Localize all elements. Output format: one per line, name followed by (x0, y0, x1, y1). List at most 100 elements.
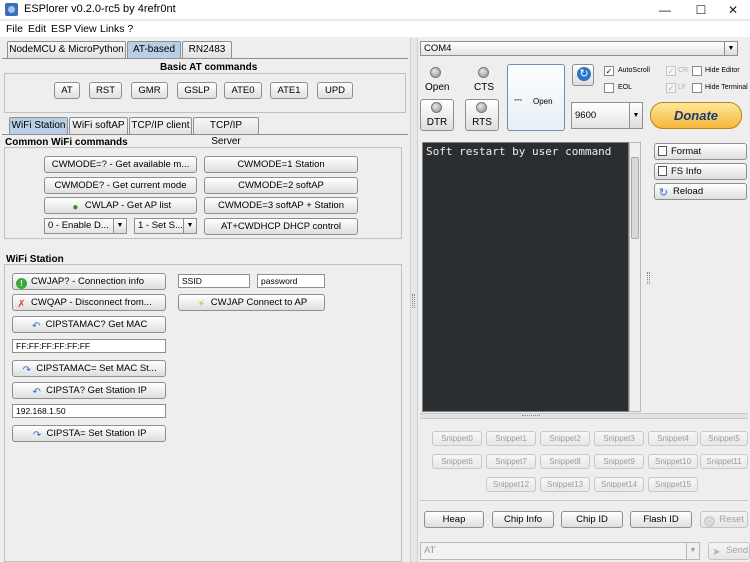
tab-rn2483[interactable]: RN2483 (182, 41, 232, 58)
snippet14-button[interactable]: Snippet14 (594, 477, 644, 492)
tab-wifi-station[interactable]: WiFi Station (9, 117, 68, 134)
arrow-right-icon: ↷ (22, 365, 31, 376)
cwdhcp-button[interactable]: AT+CWDHCP DHCP control (204, 218, 358, 235)
cr-checkbox[interactable]: ✓ (666, 66, 676, 76)
rst-button[interactable]: RST (89, 82, 122, 99)
chevron-down-icon: ▼ (629, 103, 642, 128)
snippet9-button[interactable]: Snippet9 (594, 454, 644, 469)
open-port-label: Open (533, 97, 553, 106)
cwmode3-button[interactable]: CWMODE=3 softAP + Station (204, 197, 358, 214)
snippet8-button[interactable]: Snippet8 (540, 454, 590, 469)
snippet6-button[interactable]: Snippet6 (432, 454, 482, 469)
autoscroll-checkbox[interactable]: ✓ (604, 66, 614, 76)
menu-view[interactable]: View (74, 23, 97, 35)
open-port-button[interactable]: ⎓ Open (507, 64, 565, 131)
cwlap-label: CWLAP - Get AP list (84, 200, 172, 211)
cwlap-button[interactable]: ● CWLAP - Get AP list (44, 197, 197, 214)
snippet0-button[interactable]: Snippet0 (432, 431, 482, 446)
snippet3-button[interactable]: Snippet3 (594, 431, 644, 446)
maximize-button[interactable]: ☐ (684, 0, 718, 20)
ate0-button[interactable]: ATE0 (224, 82, 262, 99)
reload-button[interactable]: ↻ Reload (654, 183, 747, 200)
ssid-input[interactable]: SSID (178, 274, 250, 288)
close-button[interactable]: ✕ (716, 0, 750, 20)
reset-button[interactable]: ⏻ Reset (700, 511, 748, 528)
arrow-left-icon: ↶ (32, 387, 41, 398)
reload-icon: ↻ (658, 187, 669, 199)
tab-wifi-softap[interactable]: WiFi softAP (69, 117, 128, 134)
tab-tcpip-client[interactable]: TCP/IP client (129, 117, 192, 134)
cwmode-query-button[interactable]: CWMODE=? - Get available m... (44, 156, 197, 173)
terminal-output: Soft restart by user command (422, 142, 629, 412)
gmr-button[interactable]: GMR (131, 82, 168, 99)
rts-button[interactable]: RTS (465, 99, 499, 131)
get-ip-button[interactable]: ↶ CIPSTA? Get Station IP (12, 382, 166, 399)
scroll-thumb[interactable] (631, 157, 639, 239)
menu-file[interactable]: File (6, 23, 23, 35)
hide-terminal-checkbox[interactable] (692, 83, 702, 93)
get-mac-button[interactable]: ↶ CIPSTAMAC? Get MAC (12, 316, 166, 333)
file-icon (658, 166, 667, 176)
snippet5-button[interactable]: Snippet5 (700, 431, 748, 446)
command-input[interactable]: AT ▼ (420, 542, 700, 560)
snippet2-button[interactable]: Snippet2 (540, 431, 590, 446)
send-button[interactable]: ➤ Send (708, 542, 750, 560)
snippet11-button[interactable]: Snippet11 (700, 454, 748, 469)
fs-info-button[interactable]: FS Info (654, 163, 747, 180)
baud-select[interactable]: 9600 ▼ (571, 102, 643, 129)
cwjap-query-button[interactable]: ! CWJAP? - Connection info (12, 273, 166, 290)
cwmode2-button[interactable]: CWMODE=2 softAP (204, 177, 358, 194)
dtr-button[interactable]: DTR (420, 99, 454, 131)
snippet12-button[interactable]: Snippet12 (486, 477, 536, 492)
flash-id-button[interactable]: Flash ID (630, 511, 692, 528)
ip-field[interactable]: 192.168.1.50 (12, 404, 166, 418)
password-input[interactable]: password (257, 274, 325, 288)
send-label: Send (726, 545, 749, 556)
terminal-scrollbar[interactable] (629, 142, 641, 412)
snippet10-button[interactable]: Snippet10 (648, 454, 698, 469)
snippet4-button[interactable]: Snippet4 (648, 431, 698, 446)
mac-field[interactable]: FF:FF:FF:FF:FF:FF (12, 339, 166, 353)
horizontal-splitter[interactable] (420, 413, 748, 419)
chevron-down-icon: ▼ (686, 543, 699, 559)
set-mac-button[interactable]: ↷ CIPSTAMAC= Set MAC St... (12, 360, 166, 377)
cwmode-current-button[interactable]: CWMODE? - Get current mode (44, 177, 197, 194)
minimize-button[interactable]: — (648, 0, 682, 20)
dhcp-mode-select[interactable]: 0 - Enable D... ▼ (44, 218, 127, 234)
snippet1-button[interactable]: Snippet1 (486, 431, 536, 446)
tab-at-based[interactable]: AT-based (127, 41, 181, 58)
window-title: ESPlorer v0.2.0-rc5 by 4refr0nt (24, 3, 176, 15)
gslp-button[interactable]: GSLP (177, 82, 217, 99)
dhcp-set-value: 1 - Set S... (138, 220, 183, 231)
chevron-down-icon: ▼ (113, 219, 126, 233)
format-icon (658, 146, 667, 156)
snippet13-button[interactable]: Snippet13 (540, 477, 590, 492)
cwjap-query-label: CWJAP? - Connection info (31, 276, 144, 287)
set-ip-button[interactable]: ↷ CIPSTA= Set Station IP (12, 425, 166, 442)
heap-button[interactable]: Heap (424, 511, 484, 528)
donate-button[interactable]: Donate (650, 102, 742, 129)
cwmode1-button[interactable]: CWMODE=1 Station (204, 156, 358, 173)
cwjap-connect-button[interactable]: ⚡ CWJAP Connect to AP (178, 294, 325, 311)
format-button[interactable]: Format (654, 143, 747, 160)
lf-checkbox[interactable]: ✓ (666, 83, 676, 93)
snippet15-button[interactable]: Snippet15 (648, 477, 698, 492)
tab-tcpip-server[interactable]: TCP/IP Server (193, 117, 259, 147)
chip-id-button[interactable]: Chip ID (561, 511, 623, 528)
refresh-ports-button[interactable]: ↻ (572, 64, 594, 86)
eol-checkbox[interactable] (604, 83, 614, 93)
menu-esp[interactable]: ESP (51, 23, 72, 35)
chip-info-button[interactable]: Chip Info (492, 511, 554, 528)
menu-edit[interactable]: Edit (28, 23, 46, 35)
cwqap-button[interactable]: ✗ CWQAP - Disconnect from... (12, 294, 166, 311)
port-select[interactable]: COM4 ▼ (420, 41, 738, 56)
dhcp-set-select[interactable]: 1 - Set S... ▼ (134, 218, 197, 234)
ate1-button[interactable]: ATE1 (270, 82, 308, 99)
snippet7-button[interactable]: Snippet7 (486, 454, 536, 469)
tab-nodemcu[interactable]: NodeMCU & MicroPython (7, 41, 126, 58)
hide-editor-checkbox[interactable] (692, 66, 702, 76)
at-button[interactable]: AT (54, 82, 80, 99)
upd-button[interactable]: UPD (317, 82, 353, 99)
cts-label: CTS (474, 82, 494, 93)
menu-links[interactable]: Links ? (100, 23, 133, 35)
